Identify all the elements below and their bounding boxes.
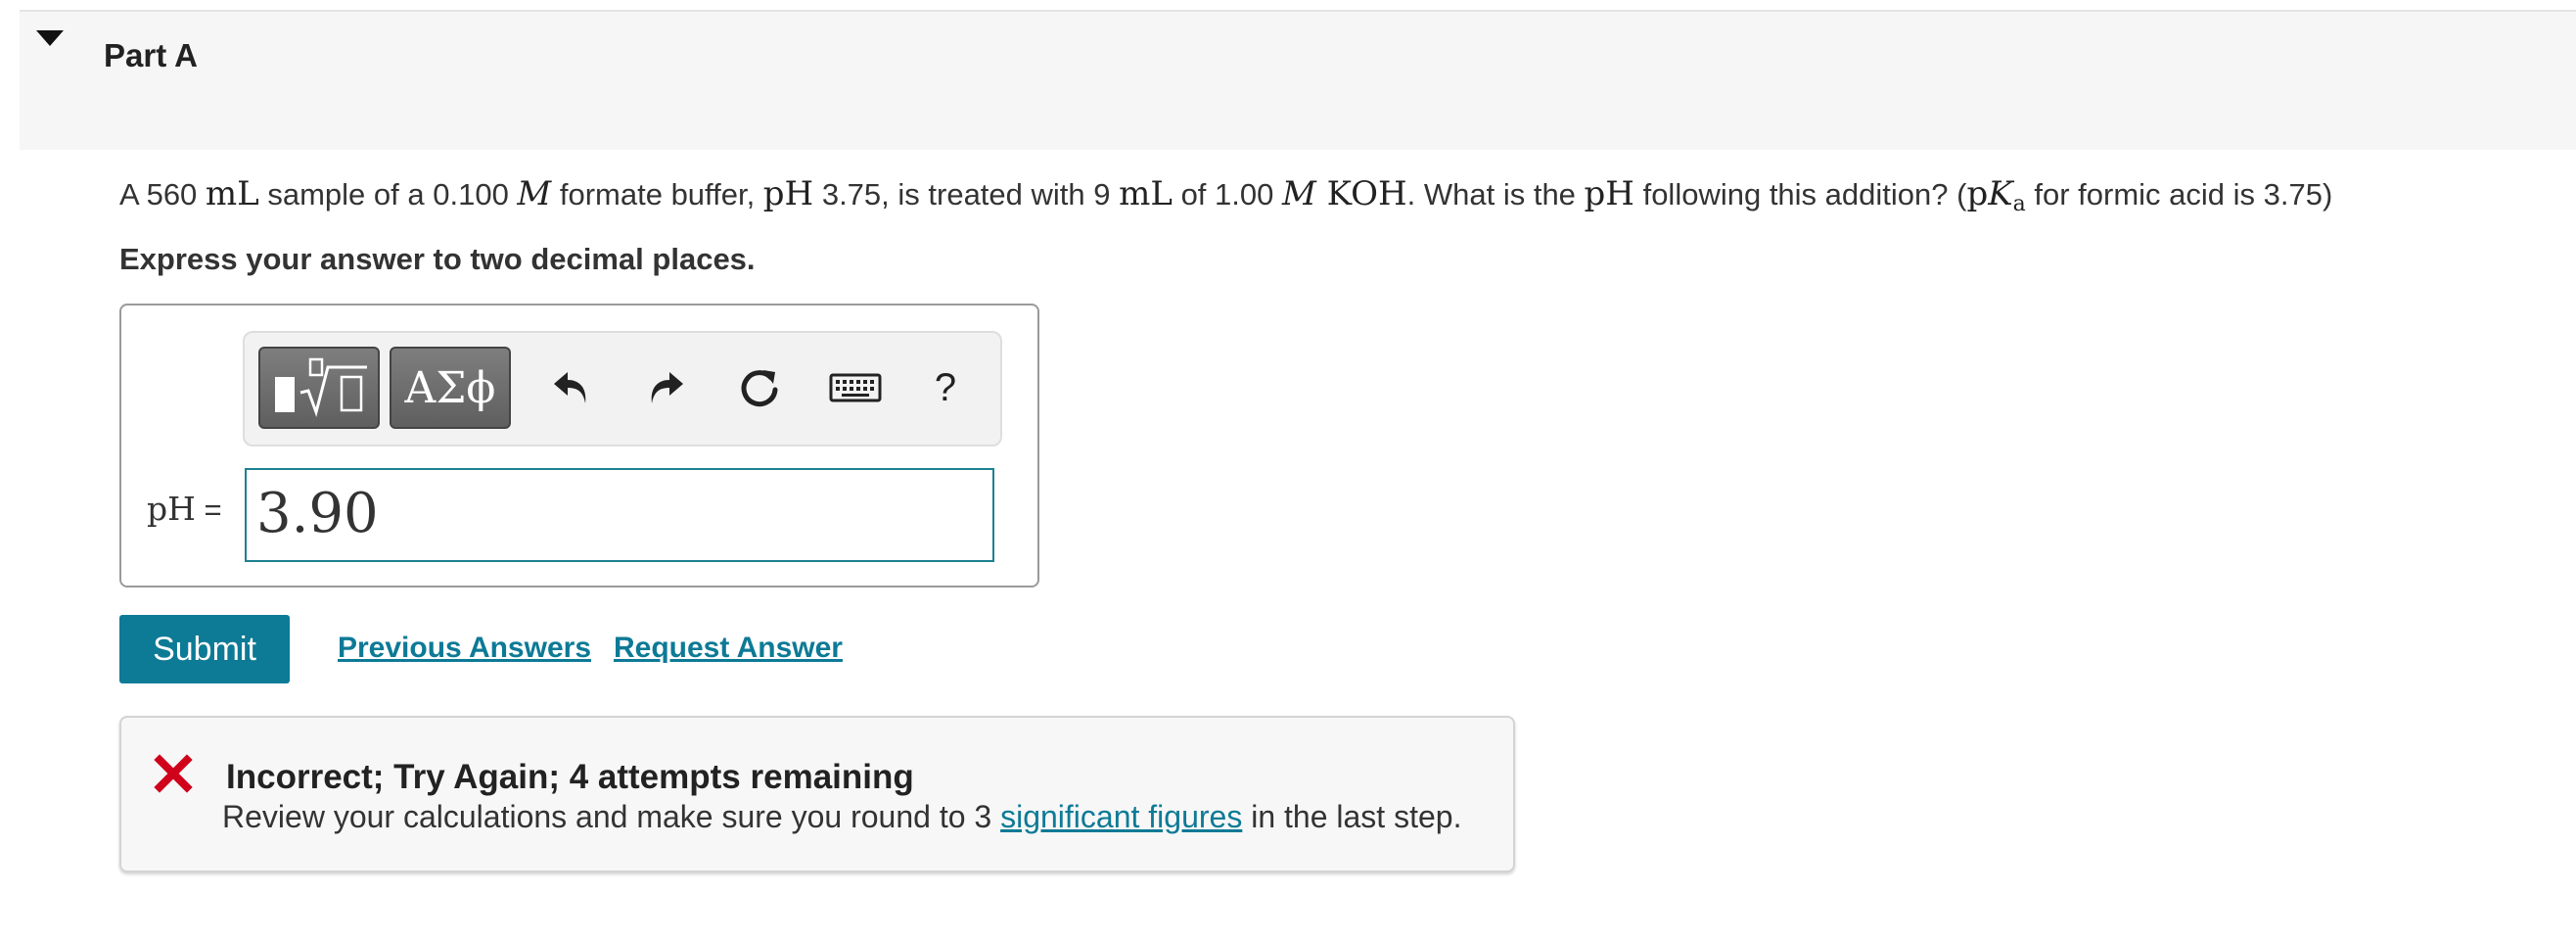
greek-symbols-button[interactable]: ΑΣϕ	[390, 347, 511, 429]
reset-icon	[741, 370, 778, 407]
collapse-caret-icon[interactable]	[36, 30, 64, 46]
templates-button[interactable]	[258, 347, 380, 429]
part-header[interactable]	[20, 12, 2576, 150]
greek-symbols-icon: ΑΣϕ	[404, 362, 496, 413]
reset-button[interactable]	[734, 362, 785, 413]
redo-button[interactable]	[640, 362, 691, 413]
feedback-text: in the last step.	[1242, 799, 1462, 834]
answer-label-equals: =	[195, 493, 222, 527]
keyboard-button[interactable]	[828, 362, 883, 413]
math-unit-ml: mL	[1119, 174, 1173, 213]
previous-answers-link[interactable]: Previous Answers	[338, 632, 591, 665]
answer-input[interactable]: 3.90	[245, 468, 994, 562]
question-text-segment: of 1.00	[1172, 177, 1282, 212]
question-text-segment: for formic acid is 3.75)	[2025, 177, 2333, 212]
math-a-subscript: a	[2012, 192, 2026, 216]
math-ph: pH	[762, 174, 814, 213]
request-answer-link[interactable]: Request Answer	[614, 632, 843, 665]
undo-button[interactable]	[546, 362, 597, 413]
answer-label: pH =	[147, 490, 222, 528]
help-button[interactable]: ?	[920, 362, 971, 413]
keyboard-icon	[829, 373, 882, 402]
feedback-text: Review your calculations and make sure y…	[222, 799, 1001, 834]
undo-icon	[554, 372, 586, 403]
math-pka: pKa	[1966, 174, 2026, 216]
math-molar: M	[1282, 174, 1316, 213]
math-koh: KOH	[1315, 174, 1407, 213]
answer-instruction: Express your answer to two decimal place…	[119, 242, 756, 276]
significant-figures-link[interactable]: significant figures	[1000, 799, 1242, 834]
part-title: Part A	[104, 37, 198, 73]
templates-icon	[275, 357, 367, 418]
feedback-message: Review your calculations and make sure y…	[222, 799, 1461, 835]
math-molar-symbol: M	[1281, 174, 1316, 213]
question-text-segment: . What is the	[1406, 177, 1585, 212]
submit-button[interactable]: Submit	[119, 615, 290, 683]
math-molar: M	[517, 174, 551, 213]
redo-icon	[651, 372, 683, 403]
help-icon: ?	[934, 365, 957, 409]
math-p: p	[1966, 174, 1989, 213]
math-ph: pH	[1584, 174, 1634, 213]
incorrect-x-icon	[154, 754, 193, 793]
question-text-segment: 3.75, is treated with 9	[813, 177, 1120, 212]
math-k: K	[1988, 174, 2013, 213]
question-text-segment: A 560	[119, 177, 206, 212]
question-text-segment: formate buffer,	[551, 177, 763, 212]
math-unit-ml: mL	[205, 174, 259, 213]
question-text-segment: following this addition? (	[1633, 177, 1967, 212]
question-text: A 560 mL sample of a 0.100 M formate buf…	[119, 174, 2332, 216]
answer-label-math: pH	[147, 490, 196, 528]
math-molar-symbol: M	[517, 174, 552, 213]
question-text-segment: sample of a 0.100	[258, 177, 518, 212]
feedback-title: Incorrect; Try Again; 4 attempts remaini…	[226, 758, 914, 796]
